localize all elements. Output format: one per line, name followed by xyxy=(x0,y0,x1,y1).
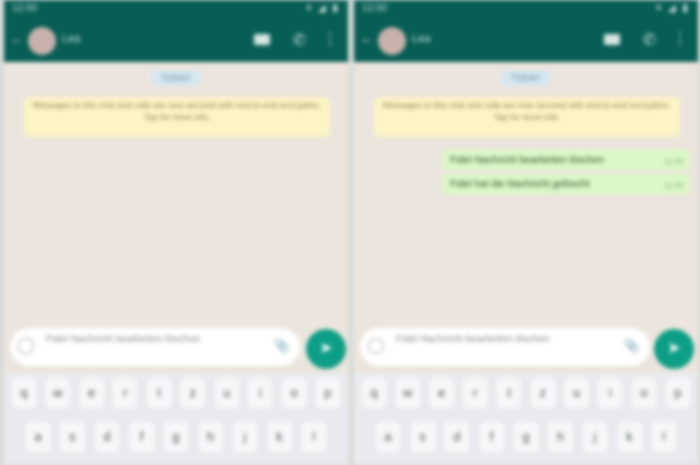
keyboard-row-1: qwertzuiop xyxy=(12,378,340,412)
message-time: 12:00 xyxy=(663,181,684,190)
status-icons: ▾ ◢ ▮ xyxy=(656,3,690,14)
message-input[interactable]: Fidel Nachricht bearbeiten löschen xyxy=(46,333,246,346)
video-call-icon[interactable] xyxy=(604,34,620,45)
keyboard-key-t[interactable]: t xyxy=(147,378,172,408)
chat-app-bar: ← Lea ✆ ⋮ xyxy=(4,18,348,62)
keyboard-key-o[interactable]: o xyxy=(632,378,657,408)
message-text: Fidel hat die Nachricht gelöscht xyxy=(450,179,590,190)
phone-call-icon[interactable]: ✆ xyxy=(643,30,656,50)
back-arrow-icon[interactable]: ← xyxy=(10,31,24,45)
keyboard-key-e[interactable]: e xyxy=(79,378,104,408)
contact-avatar[interactable] xyxy=(28,27,56,55)
keyboard-key-g[interactable]: g xyxy=(164,422,188,452)
keyboard-key-f[interactable]: f xyxy=(129,422,154,452)
keyboard-row-2: asdfghjkl xyxy=(376,422,676,456)
status-bar: 12:00 ▾ ◢ ▮ xyxy=(354,0,698,18)
date-label: TODAY xyxy=(500,70,552,86)
keyboard-key-q[interactable]: q xyxy=(12,378,36,408)
keyboard-key-h[interactable]: h xyxy=(198,422,223,452)
attachment-icon[interactable]: 📎 xyxy=(624,338,640,354)
phone-call-icon[interactable]: ✆ xyxy=(293,30,306,50)
keyboard-key-p[interactable]: p xyxy=(315,378,340,408)
keyboard-key-r[interactable]: r xyxy=(463,378,488,408)
attachment-icon[interactable]: 📎 xyxy=(274,338,290,354)
more-options-icon[interactable]: ⋮ xyxy=(672,29,688,49)
keyboard-key-i[interactable]: i xyxy=(248,378,273,408)
status-icons: ▾ ◢ ▮ xyxy=(306,3,340,14)
send-button[interactable]: ➤ xyxy=(654,329,694,369)
message-input-bar[interactable]: Fidel Nachricht bearbeiten löschen 📎 xyxy=(360,328,650,366)
message-input-bar[interactable]: Fidel Nachricht bearbeiten löschen 📎 xyxy=(10,328,300,366)
keyboard-key-z[interactable]: z xyxy=(530,378,555,408)
keyboard-key-w[interactable]: w xyxy=(45,378,70,408)
message-input[interactable]: Fidel Nachricht bearbeiten löschen xyxy=(396,333,596,346)
video-call-icon[interactable] xyxy=(254,34,270,45)
keyboard-key-w[interactable]: w xyxy=(395,378,420,408)
keyboard-key-a[interactable]: a xyxy=(376,422,400,452)
emoji-icon[interactable] xyxy=(368,338,384,354)
contact-name[interactable]: Lea xyxy=(62,33,80,45)
keyboard-key-h[interactable]: h xyxy=(548,422,573,452)
keyboard: qwertzuiop asdfghjkl xyxy=(4,372,348,465)
keyboard-key-l[interactable]: l xyxy=(652,422,676,452)
encryption-notice[interactable]: Messages to this chat and calls are now … xyxy=(24,97,330,137)
keyboard-key-a[interactable]: a xyxy=(26,422,50,452)
keyboard-key-l[interactable]: l xyxy=(302,422,326,452)
keyboard-key-f[interactable]: f xyxy=(479,422,504,452)
keyboard-key-d[interactable]: d xyxy=(95,422,119,452)
keyboard: qwertzuiop asdfghjkl xyxy=(354,372,698,465)
date-label: TODAY xyxy=(150,70,202,86)
keyboard-key-i[interactable]: i xyxy=(598,378,623,408)
keyboard-key-p[interactable]: p xyxy=(665,378,690,408)
keyboard-row-1: qwertzuiop xyxy=(362,378,690,412)
keyboard-key-o[interactable]: o xyxy=(282,378,307,408)
keyboard-key-s[interactable]: s xyxy=(60,422,85,452)
status-time: 12:00 xyxy=(12,3,38,14)
keyboard-key-t[interactable]: t xyxy=(497,378,522,408)
keyboard-key-z[interactable]: z xyxy=(180,378,205,408)
keyboard-key-s[interactable]: s xyxy=(410,422,435,452)
message-bubble-outgoing[interactable]: Fidel hat die Nachricht gelöscht 12:00 xyxy=(442,174,690,194)
back-arrow-icon[interactable]: ← xyxy=(360,31,374,45)
status-bar: 12:00 ▾ ◢ ▮ xyxy=(4,0,348,18)
chat-app-bar: ← Lea ✆ ⋮ xyxy=(354,18,698,62)
keyboard-key-k[interactable]: k xyxy=(267,422,292,452)
keyboard-key-e[interactable]: e xyxy=(429,378,454,408)
message-bubble-outgoing[interactable]: Fidel Nachricht bearbeiten löschen 12:00 xyxy=(442,150,690,170)
message-time: 12:00 xyxy=(663,157,684,166)
keyboard-key-u[interactable]: u xyxy=(214,378,239,408)
emoji-icon[interactable] xyxy=(18,338,34,354)
keyboard-key-j[interactable]: j xyxy=(583,422,607,452)
more-options-icon[interactable]: ⋮ xyxy=(322,29,338,49)
keyboard-key-q[interactable]: q xyxy=(362,378,386,408)
contact-avatar[interactable] xyxy=(378,27,406,55)
send-button[interactable]: ➤ xyxy=(306,329,346,369)
keyboard-key-r[interactable]: r xyxy=(113,378,138,408)
keyboard-row-2: asdfghjkl xyxy=(26,422,326,456)
keyboard-key-g[interactable]: g xyxy=(514,422,538,452)
left-phone-screen: 12:00 ▾ ◢ ▮ ← Lea ✆ ⋮ TODAY Messages to … xyxy=(4,0,348,465)
encryption-notice[interactable]: Messages to this chat and calls are now … xyxy=(374,97,680,137)
keyboard-key-k[interactable]: k xyxy=(617,422,642,452)
right-phone-screen: 12:00 ▾ ◢ ▮ ← Lea ✆ ⋮ TODAY Messages to … xyxy=(354,0,698,465)
keyboard-key-d[interactable]: d xyxy=(445,422,469,452)
message-text: Fidel Nachricht bearbeiten löschen xyxy=(450,155,604,166)
status-time: 12:00 xyxy=(362,3,388,14)
keyboard-key-u[interactable]: u xyxy=(564,378,589,408)
contact-name[interactable]: Lea xyxy=(412,33,430,45)
keyboard-key-j[interactable]: j xyxy=(233,422,257,452)
